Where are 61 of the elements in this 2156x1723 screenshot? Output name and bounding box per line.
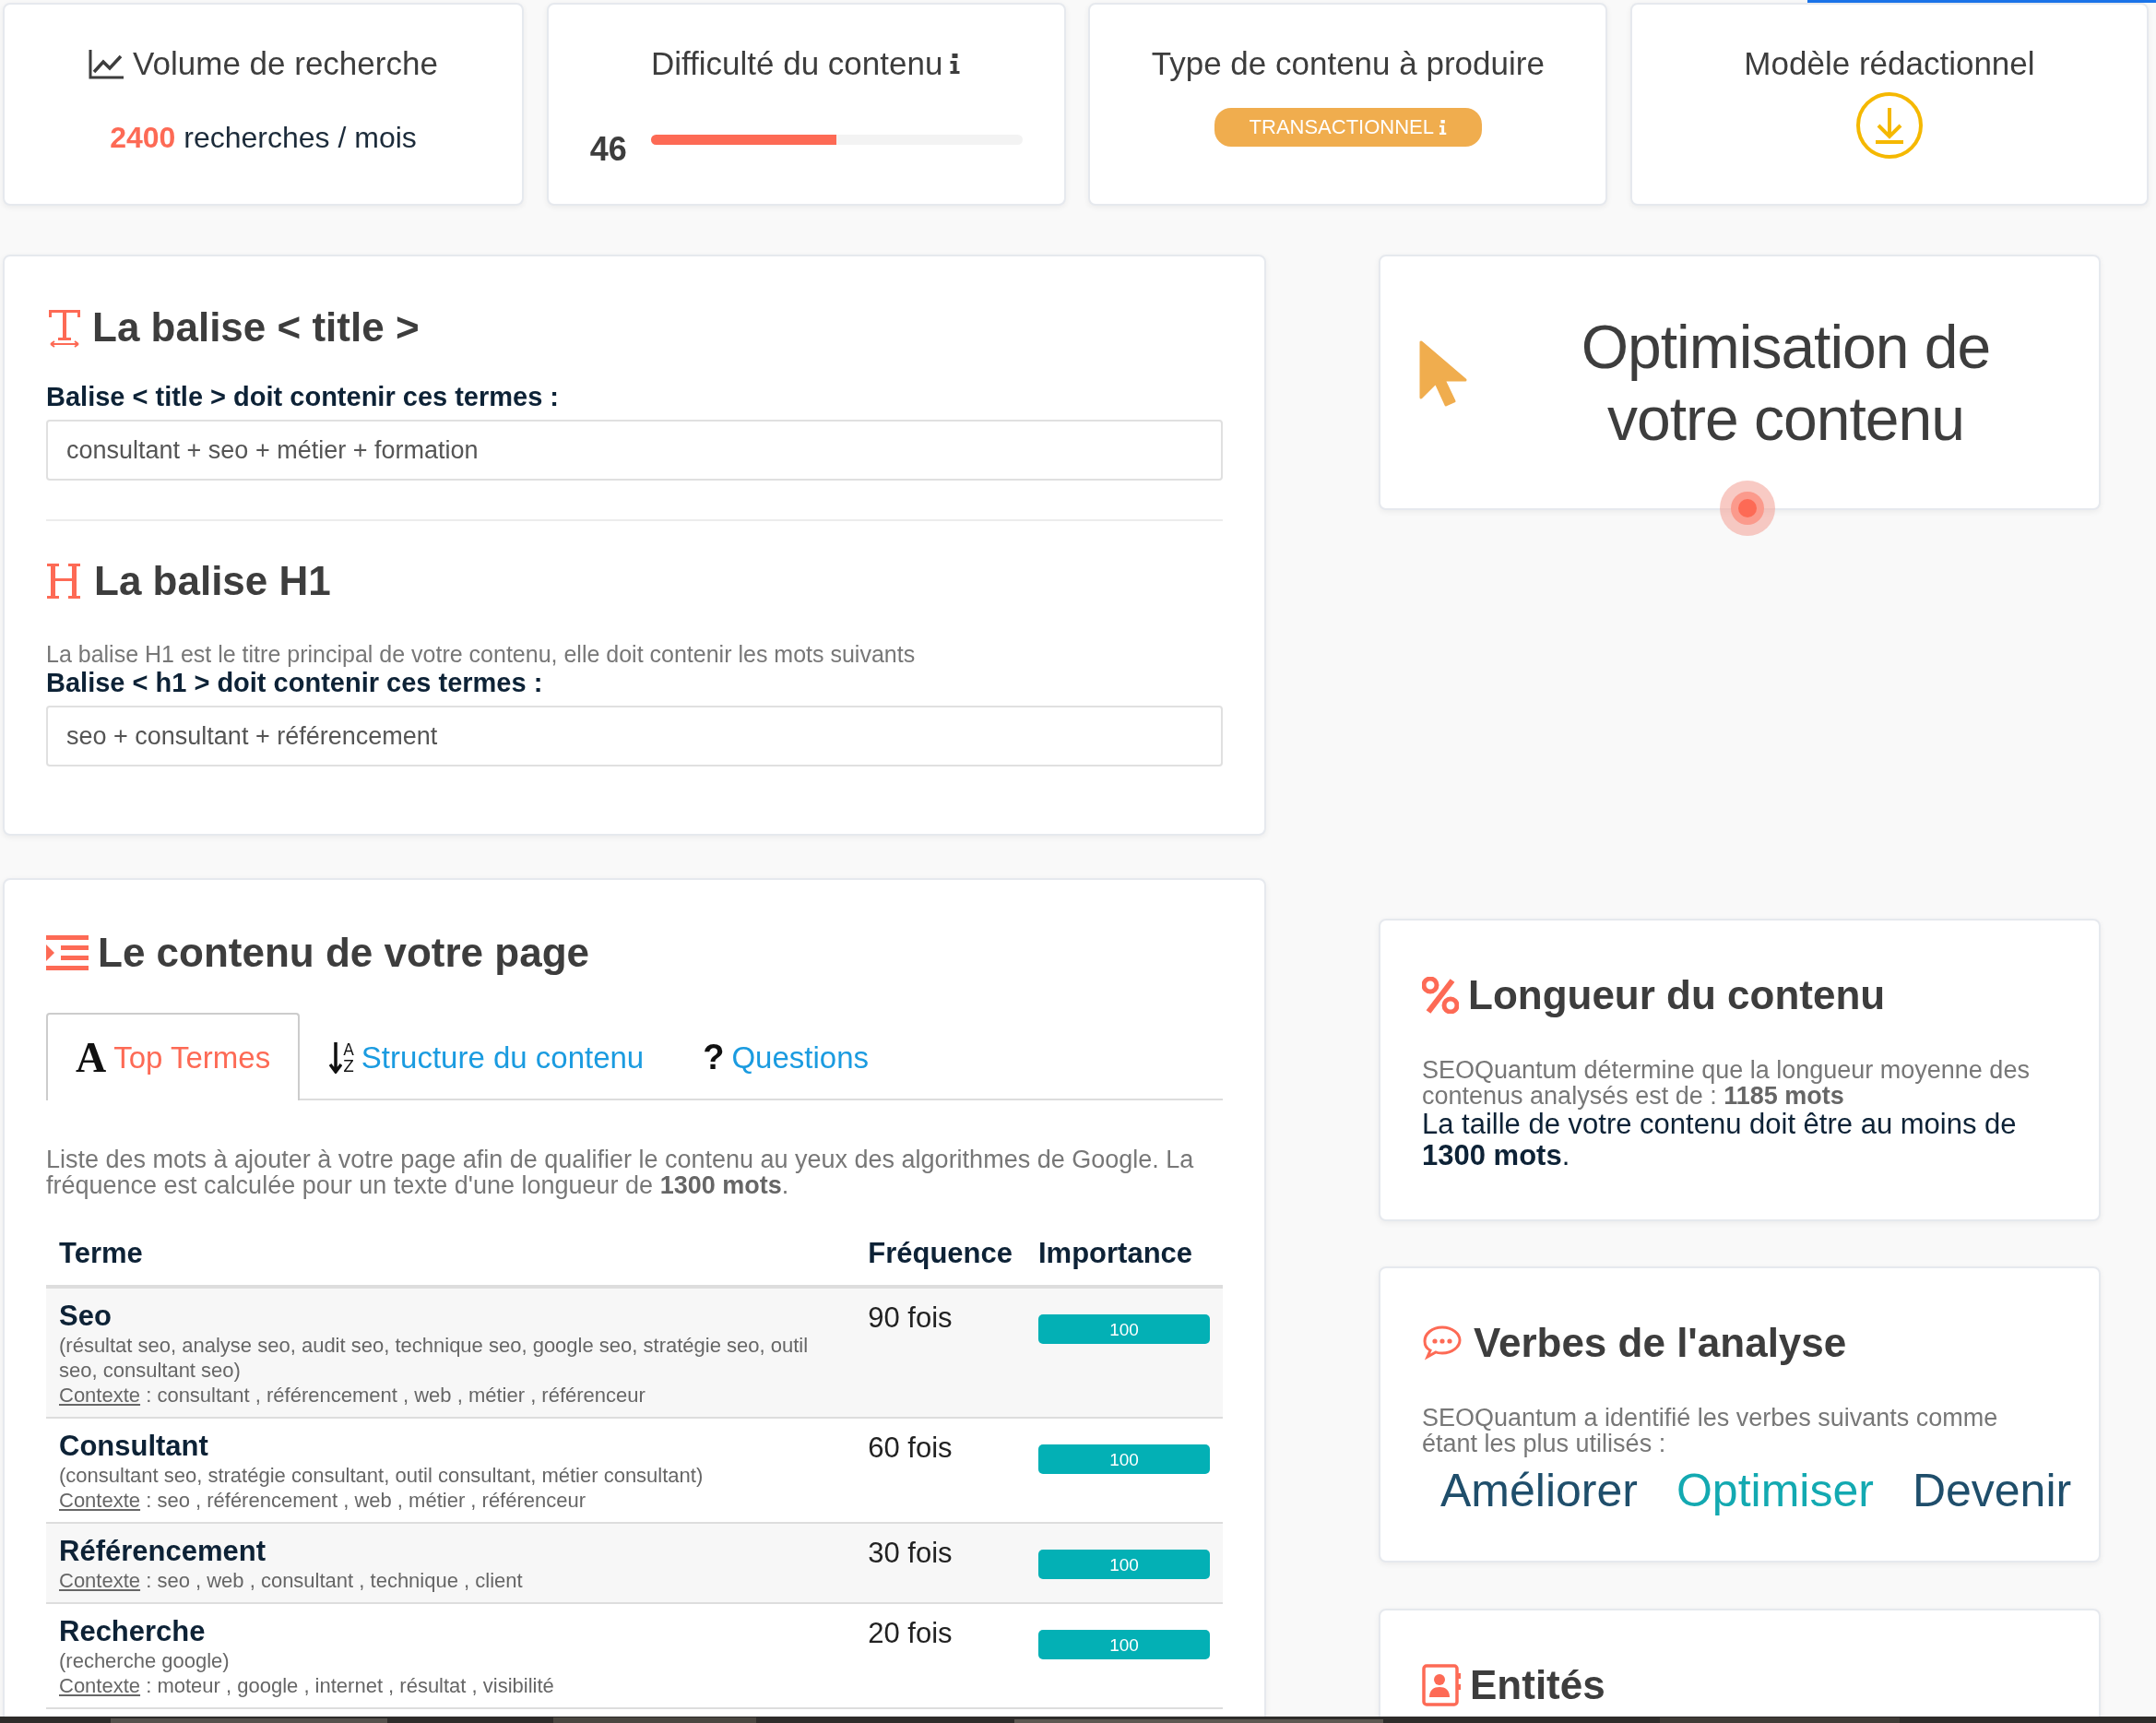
frequency-cell: 20 fois — [855, 1603, 1025, 1708]
frequency-cell: 30 fois — [855, 1523, 1025, 1603]
section-heading: Le contenu de votre page — [98, 930, 589, 976]
optimisation-title: Optimisation de votre contenu — [1580, 311, 1992, 455]
term-name: Référencement — [59, 1535, 267, 1568]
list-indent-icon — [46, 933, 89, 972]
term-variants: (recherche google) — [59, 1648, 231, 1673]
term-name: Seo — [59, 1300, 113, 1333]
question-icon: ? — [703, 1038, 725, 1077]
context-text: Contexte : moteur , google , internet , résultat , visibilité — [59, 1673, 555, 1698]
info-icon — [950, 53, 962, 74]
search-volume-text: 2400 recherches / mois — [110, 121, 417, 155]
term-variants: (consultant seo, stratégie consultant, outil consultant, métier consultant) — [59, 1463, 705, 1488]
importance-bar: 100 — [1038, 1444, 1210, 1474]
section-heading: La balise < title > — [92, 304, 420, 351]
tab[interactable]: A Top Termes — [46, 1013, 301, 1100]
percent-icon — [1422, 977, 1459, 1014]
pulse-dot-icon — [1720, 481, 1775, 536]
intro-text: SEOQuantum a identifié les verbes suivants comme étant les plus utilisés : — [1422, 1405, 1999, 1456]
term-variants: (résultat seo, analyse seo, audit seo, technique seo, google seo, stratégie seo, outil seo, consultant seo) — [59, 1333, 810, 1383]
context-text: Contexte : seo , référencement , web , métier , référenceur — [59, 1488, 587, 1513]
verb: Améliorer — [1440, 1464, 1638, 1517]
section-heading: Longueur du contenu — [1468, 972, 1886, 1018]
analysis-text: SEOQuantum détermine que la longueur moyenne des contenus analysés est de : 1185 mots — [1422, 1057, 2031, 1109]
term-name: Consultant — [59, 1430, 209, 1463]
info-icon — [1439, 120, 1448, 135]
verb: Optimiser — [1676, 1464, 1874, 1517]
importance-bar: 100 — [1038, 1550, 1210, 1579]
importance-bar: 100 — [1038, 1314, 1210, 1344]
context-link[interactable]: Contexte — [59, 1489, 141, 1512]
card-title: Modèle rédactionnel — [1744, 45, 2035, 82]
field-label: Balise < title > doit contenir ces termes : — [46, 382, 561, 412]
difficulty-score: 46 — [589, 130, 627, 169]
description-text: La balise H1 est le titre principal de votre contenu, elle doit contenir les mots suivants — [46, 641, 917, 668]
font-icon: A — [76, 1033, 107, 1082]
text-field[interactable]: consultant + seo + métier + formation — [46, 420, 1223, 481]
contact-book-icon — [1422, 1664, 1461, 1706]
section-heading: Verbes de l'analyse — [1474, 1320, 1847, 1366]
verb: Devenir — [1912, 1464, 2072, 1517]
field-label: Balise < h1 > doit contenir ces termes : — [46, 668, 544, 698]
term-name: Recherche — [59, 1615, 207, 1648]
context-link[interactable]: Contexte — [59, 1569, 141, 1592]
section-heading: Entités — [1470, 1662, 1605, 1708]
context-link[interactable]: Contexte — [59, 1674, 141, 1697]
content-type-label: TRANSACTIONNEL — [1249, 115, 1435, 139]
card-title: Difficulté du contenu — [650, 45, 943, 82]
context-text: Contexte : seo , web , consultant , technique , client — [59, 1568, 524, 1593]
context-link[interactable]: Contexte — [59, 1384, 141, 1407]
importance-bar: 100 — [1038, 1630, 1210, 1659]
requirement-text: La taille de votre contenu doit être au moins de 1300 mots. — [1422, 1109, 2018, 1171]
frequency-cell: 90 fois — [855, 1287, 1025, 1418]
chart-icon — [89, 48, 126, 79]
card-title: Volume de recherche — [133, 45, 438, 82]
tab[interactable]: ? Questions — [673, 1013, 899, 1100]
intro-text: Liste des mots à ajouter à votre page afin de qualifier le contenu au yeux des algorithmes de Google. La fréquence est calculée pour un texte d'une longueur de 1300 mots. — [46, 1147, 1195, 1198]
context-text: Contexte : consultant , référencement , web , métier , référenceur — [59, 1383, 646, 1408]
text-field[interactable]: seo + consultant + référencement — [46, 706, 1223, 766]
section-heading: La balise H1 — [94, 558, 331, 604]
text-size-icon — [46, 307, 83, 348]
card-title: Type de contenu à produire — [1151, 45, 1545, 82]
download-icon[interactable] — [1854, 91, 1924, 160]
